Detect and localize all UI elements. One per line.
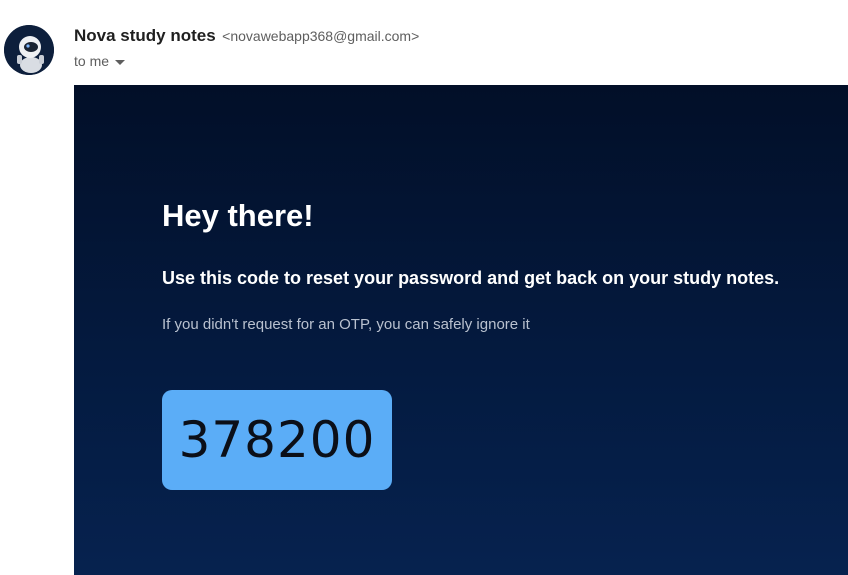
email-header: Nova study notes <novawebapp368@gmail.co…	[0, 0, 848, 85]
sender-name[interactable]: Nova study notes	[74, 26, 216, 45]
astronaut-avatar-icon	[4, 25, 54, 75]
sender-email: <novawebapp368@gmail.com>	[222, 28, 420, 44]
recipient-toggle[interactable]: to me	[74, 53, 126, 69]
otp-code-box: 378200	[162, 390, 392, 490]
caret-down-icon[interactable]	[115, 59, 126, 65]
sender-line: Nova study notes <novawebapp368@gmail.co…	[74, 26, 419, 46]
ignore-note: If you didn't request for an OTP, you ca…	[162, 316, 530, 333]
email-body: Hey there! Use this code to reset your p…	[74, 85, 848, 575]
reset-instruction: Use this code to reset your password and…	[162, 268, 780, 288]
otp-code: 378200	[178, 411, 376, 469]
recipient-label: to me	[74, 53, 110, 69]
sender-avatar[interactable]	[4, 25, 54, 75]
greeting-heading: Hey there!	[162, 198, 314, 233]
